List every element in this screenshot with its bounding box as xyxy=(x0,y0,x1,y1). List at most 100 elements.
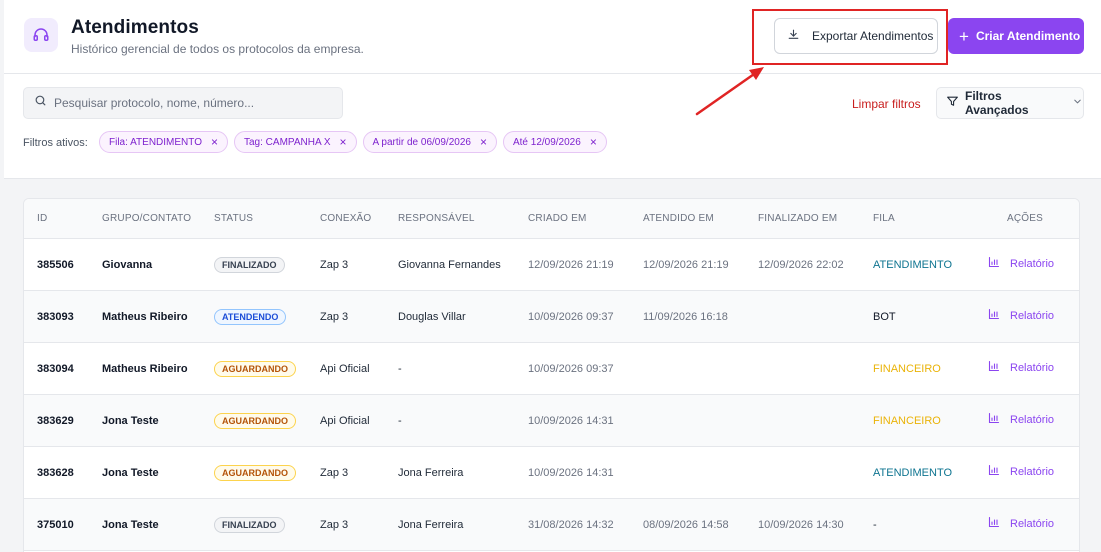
remove-chip-icon[interactable]: × xyxy=(590,135,597,149)
cell-responsavel: - xyxy=(398,415,402,427)
cell-criado: 12/09/2026 21:19 xyxy=(528,259,614,271)
cell-contato: Jona Teste xyxy=(102,415,159,427)
bar-chart-icon xyxy=(988,360,1000,375)
filter-chip-label: Tag: CAMPANHA X xyxy=(244,136,331,148)
cell-id: 375010 xyxy=(37,519,74,531)
table-row: 375010 Jona Teste FINALIZADO Zap 3 Jona Ferr… xyxy=(24,499,1079,551)
cell-fila: ATENDIMENTO xyxy=(873,259,953,271)
bar-chart-icon xyxy=(988,516,1000,531)
cell-finalizado: 10/09/2026 14:30 xyxy=(758,519,844,531)
status-badge: FINALIZADO xyxy=(214,257,285,273)
cell-criado: 31/08/2026 14:32 xyxy=(528,519,614,531)
advanced-filters-button[interactable]: Filtros Avançados xyxy=(936,87,1084,119)
page-subtitle: Histórico gerencial de todos os protocol… xyxy=(71,42,364,56)
cell-contato: Jona Teste xyxy=(102,519,159,531)
cell-conexao: Zap 3 xyxy=(320,311,349,323)
plus-icon: + xyxy=(959,26,969,46)
attendances-table: ID GRUPO/CONTATO STATUS CONEXÃO RESPONSÁ… xyxy=(23,198,1080,552)
column-header-id: ID xyxy=(37,213,48,224)
report-action-label: Relatório xyxy=(1010,361,1055,374)
cell-atendido: 12/09/2026 21:19 xyxy=(643,259,729,271)
cell-contato: Matheus Ribeiro xyxy=(102,363,188,375)
bar-chart-icon xyxy=(988,412,1000,427)
filter-chip-label: A partir de 06/09/2026 xyxy=(372,136,471,148)
advanced-filters-label: Filtros Avançados xyxy=(965,89,1029,117)
cell-conexao: Zap 3 xyxy=(320,467,349,479)
report-action[interactable]: Relatório xyxy=(988,256,1054,271)
cell-criado: 10/09/2026 14:31 xyxy=(528,467,614,479)
cell-conexao: Api Oficial xyxy=(320,415,370,427)
cell-fila: FINANCEIRO xyxy=(873,363,941,375)
cell-criado: 10/09/2026 14:31 xyxy=(528,415,614,427)
clear-filters-link[interactable]: Limpar filtros xyxy=(852,97,921,111)
cell-responsavel: Jona Ferreira xyxy=(398,519,464,531)
cell-finalizado: 12/09/2026 22:02 xyxy=(758,259,844,271)
table-row: 383094 Matheus Ribeiro AGUARDANDO Api Ofici… xyxy=(24,343,1079,395)
search-box[interactable] xyxy=(23,87,343,119)
highlight-box xyxy=(752,9,948,65)
report-action[interactable]: Relatório xyxy=(988,464,1054,479)
column-header-conexao: CONEXÃO xyxy=(320,213,372,224)
report-action[interactable]: Relatório xyxy=(988,516,1054,531)
cell-responsavel: Douglas Villar xyxy=(398,311,466,323)
cell-fila: ATENDIMENTO xyxy=(873,467,953,479)
cell-conexao: Zap 3 xyxy=(320,259,349,271)
bar-chart-icon xyxy=(988,256,1000,271)
report-action-label: Relatório xyxy=(1010,257,1055,270)
headset-icon xyxy=(24,18,58,52)
cell-contato: Matheus Ribeiro xyxy=(102,311,188,323)
active-filters-label: Filtros ativos: xyxy=(23,137,88,149)
table-header: ID GRUPO/CONTATO STATUS CONEXÃO RESPONSÁ… xyxy=(24,199,1079,239)
filter-chip: A partir de 06/09/2026 × xyxy=(362,131,497,153)
search-input[interactable] xyxy=(54,96,334,110)
cell-id: 385506 xyxy=(37,259,74,271)
cell-atendido: 11/09/2026 16:18 xyxy=(643,311,728,323)
report-action[interactable]: Relatório xyxy=(988,360,1054,375)
table-row: 383629 Jona Teste AGUARDANDO Api Oficial - 10… xyxy=(24,395,1079,447)
report-action-label: Relatório xyxy=(1010,465,1055,478)
cell-id: 383093 xyxy=(37,311,74,323)
cell-conexao: Api Oficial xyxy=(320,363,370,375)
cell-criado: 10/09/2026 09:37 xyxy=(528,363,614,375)
filter-icon xyxy=(946,95,959,111)
remove-chip-icon[interactable]: × xyxy=(211,135,218,149)
filter-chip-label: Até 12/09/2026 xyxy=(512,136,581,148)
report-action-label: Relatório xyxy=(1010,309,1055,322)
filters-bar: Limpar filtros Filtros Avançados Filtros… xyxy=(4,74,1101,179)
table-row: 383093 Matheus Ribeiro ATENDENDO Zap 3 Dougl… xyxy=(24,291,1079,343)
remove-chip-icon[interactable]: × xyxy=(340,135,347,149)
status-badge: AGUARDANDO xyxy=(214,465,296,481)
table-row: 383628 Jona Teste AGUARDANDO Zap 3 Jona Ferr… xyxy=(24,447,1079,499)
column-header-finalizado: FINALIZADO EM xyxy=(758,213,838,224)
report-action[interactable]: Relatório xyxy=(988,308,1054,323)
filter-chip: Fila: ATENDIMENTO × xyxy=(99,131,228,153)
chevron-down-icon xyxy=(1072,96,1083,110)
column-header-contato: GRUPO/CONTATO xyxy=(102,213,192,224)
remove-chip-icon[interactable]: × xyxy=(480,135,487,149)
report-action-label: Relatório xyxy=(1010,413,1055,426)
column-header-acoes: AÇÕES xyxy=(1007,213,1044,224)
column-header-criado: CRIADO EM xyxy=(528,213,587,224)
report-action[interactable]: Relatório xyxy=(988,412,1054,427)
column-header-status: STATUS xyxy=(214,213,254,224)
cell-id: 383629 xyxy=(37,415,74,427)
create-button[interactable]: + Criar Atendimento xyxy=(948,18,1084,54)
status-badge: ATENDENDO xyxy=(214,309,287,325)
status-badge: AGUARDANDO xyxy=(214,361,296,377)
cell-fila: BOT xyxy=(873,311,896,323)
cell-atendido: 08/09/2026 14:58 xyxy=(643,519,729,531)
cell-conexao: Zap 3 xyxy=(320,519,349,531)
report-action-label: Relatório xyxy=(1010,517,1055,530)
column-header-fila: FILA xyxy=(873,213,895,224)
cell-id: 383094 xyxy=(37,363,74,375)
table-row: 385506 Giovanna FINALIZADO Zap 3 Giovanna Fe… xyxy=(24,239,1079,291)
column-header-responsavel: RESPONSÁVEL xyxy=(398,213,475,224)
cell-responsavel: - xyxy=(398,363,402,375)
cell-fila: - xyxy=(873,519,877,531)
cell-fila: FINANCEIRO xyxy=(873,415,941,427)
create-button-label: Criar Atendimento xyxy=(975,29,1081,43)
cell-contato: Jona Teste xyxy=(102,467,159,479)
status-badge: FINALIZADO xyxy=(214,517,285,533)
column-header-atendido: ATENDIDO EM xyxy=(643,213,714,224)
cell-id: 383628 xyxy=(37,467,74,479)
